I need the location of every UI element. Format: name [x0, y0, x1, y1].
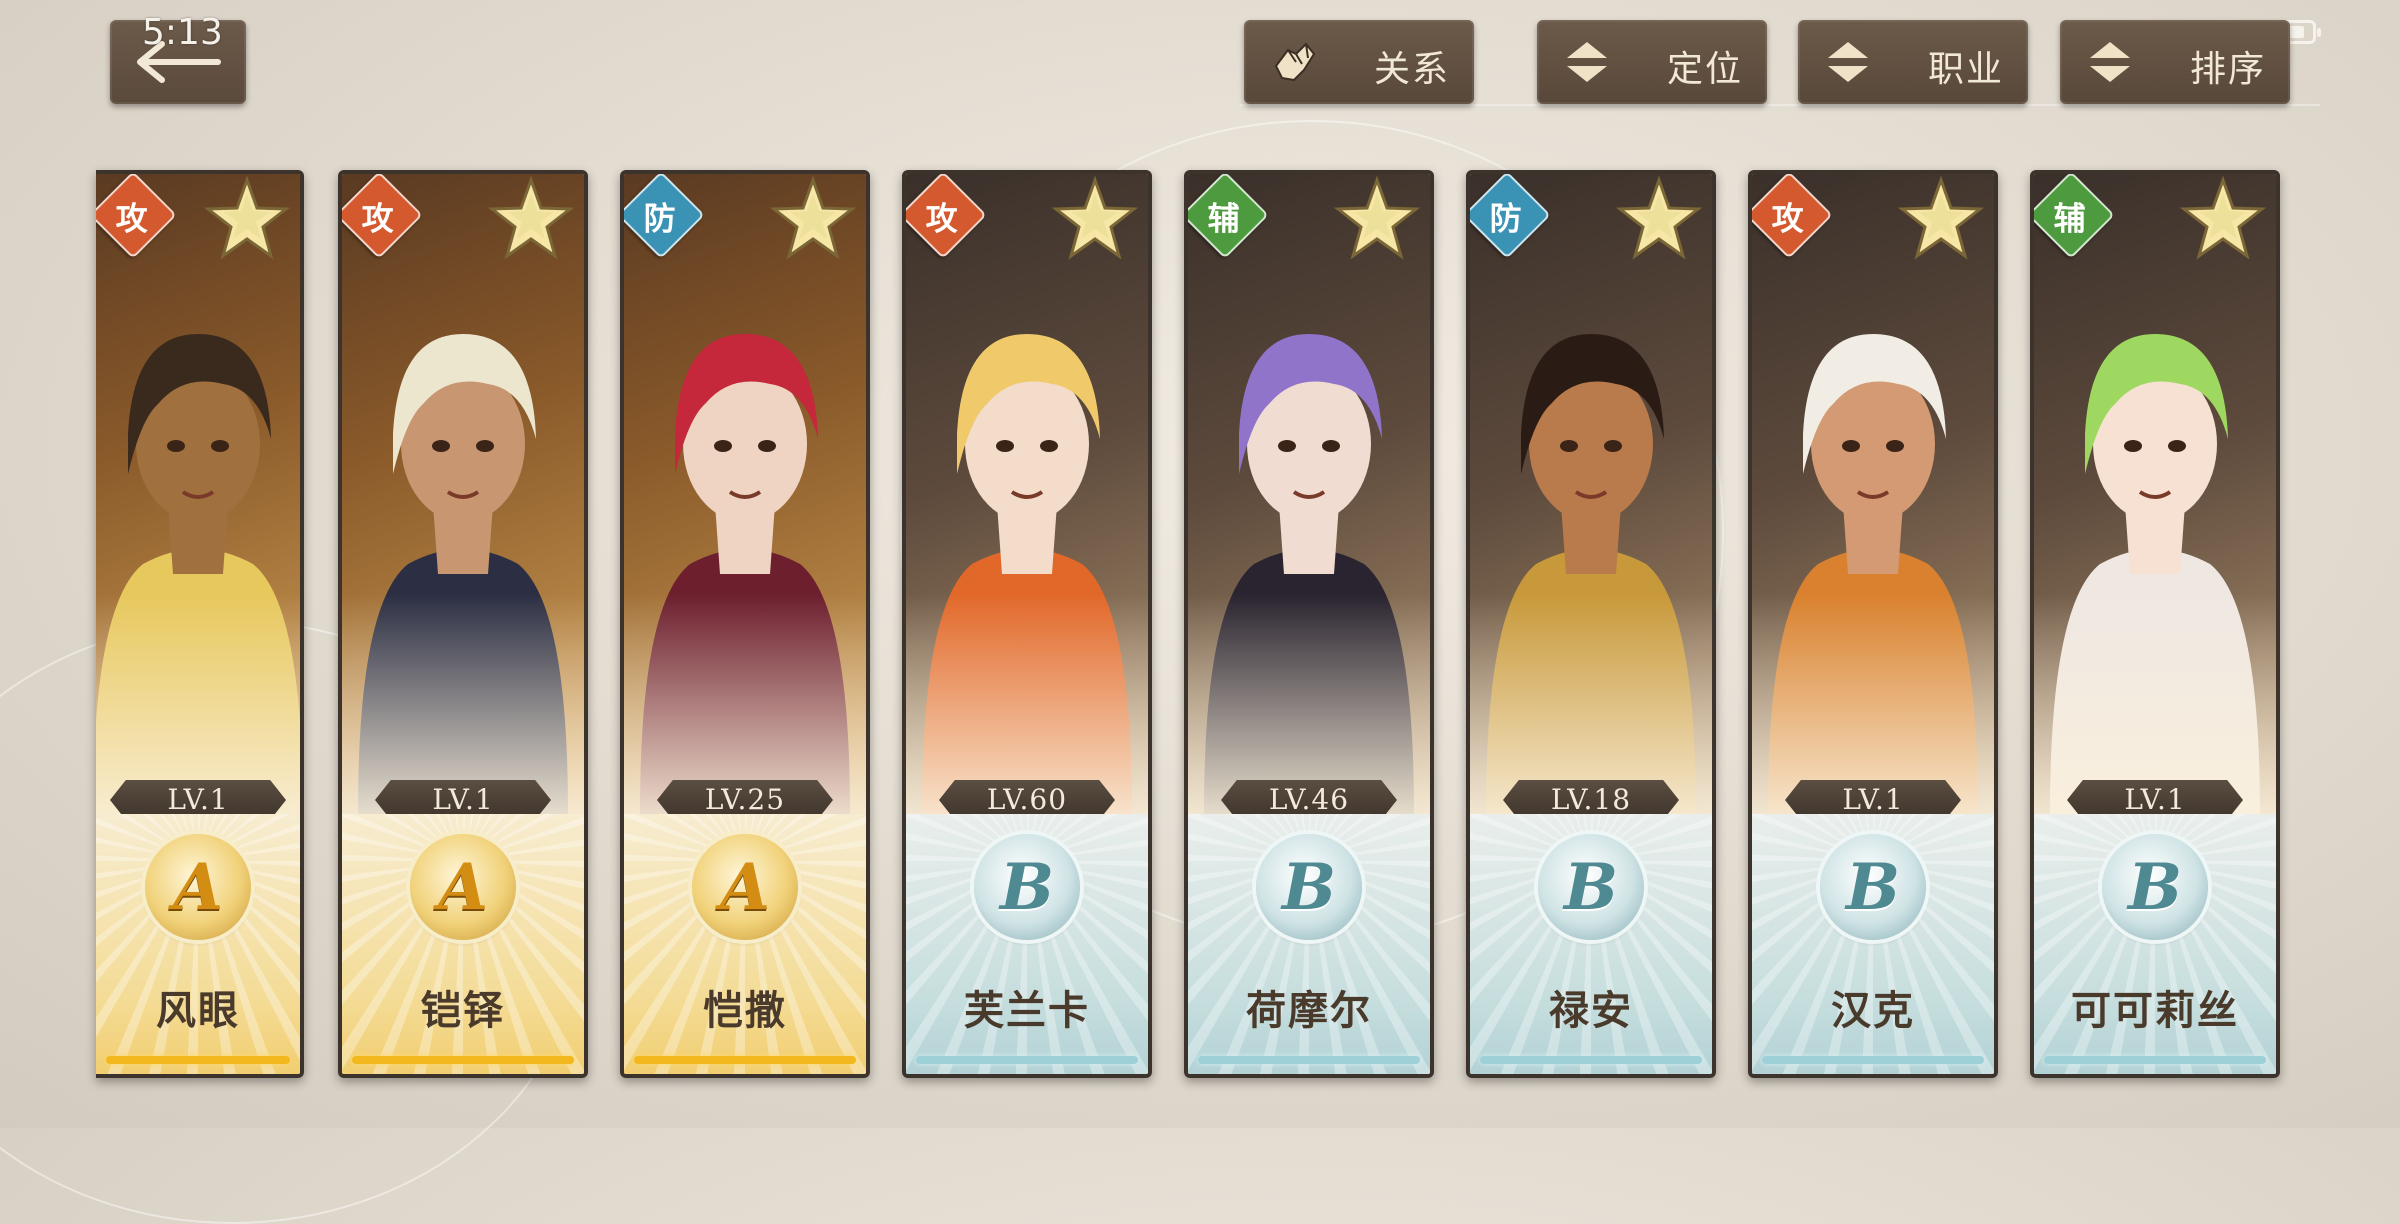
character-portrait — [1752, 174, 1994, 814]
card-bottom-bar — [634, 1056, 856, 1064]
rank-medal-icon: B — [1256, 834, 1362, 940]
card-bottom-bar — [1198, 1056, 1420, 1064]
rank-letter: B — [1281, 850, 1337, 925]
character-name: 汉克 — [1831, 987, 1915, 1034]
character-name: 可可莉丝 — [2071, 987, 2239, 1034]
rank-letter: B — [999, 850, 1055, 925]
rank-letter: A — [173, 850, 223, 925]
character-card[interactable]: 防 LV.25 A 恺撒 — [620, 170, 870, 1078]
rank-medal-icon: B — [974, 834, 1080, 940]
role-label: 攻 — [115, 199, 148, 238]
star-icon — [770, 176, 856, 260]
character-card[interactable]: 辅 LV.46 B 荷摩尔 — [1184, 170, 1434, 1078]
sort-updown-icon — [1828, 42, 1868, 82]
character-name: 禄安 — [1549, 987, 1633, 1034]
character-portrait — [1470, 174, 1712, 814]
character-card[interactable]: 防 LV.18 B 禄安 — [1466, 170, 1716, 1078]
card-info-panel: A 恺撒 — [624, 814, 866, 1074]
role-label: 攻 — [925, 199, 958, 238]
character-portrait — [2034, 174, 2276, 814]
character-portrait — [906, 174, 1148, 814]
character-name: 芙兰卡 — [964, 987, 1090, 1034]
star-icon — [1052, 176, 1138, 260]
rank-medal-icon: B — [2102, 834, 2208, 940]
character-name: 风眼 — [156, 987, 240, 1034]
card-info-panel: B 荷摩尔 — [1188, 814, 1430, 1074]
sort-updown-icon — [2090, 42, 2130, 82]
character-name: 恺撒 — [703, 987, 787, 1034]
role-label: 辅 — [1207, 199, 1240, 238]
character-portrait — [624, 174, 866, 814]
rank-letter: A — [720, 850, 770, 925]
relationship-label: 关系 — [1373, 49, 1450, 90]
character-card[interactable]: 攻 LV.1 A 风眼 — [96, 170, 304, 1078]
star-icon — [1898, 176, 1984, 260]
character-card[interactable]: 攻 LV.60 B 芙兰卡 — [902, 170, 1152, 1078]
class-filter-button[interactable]: 职业 — [1798, 20, 2028, 104]
sort-updown-icon — [1567, 42, 1607, 82]
rank-letter: B — [1845, 850, 1901, 925]
role-label: 攻 — [361, 199, 394, 238]
card-info-panel: A 风眼 — [96, 814, 300, 1074]
role-label: 防 — [643, 199, 676, 238]
sort-label: 排序 — [2189, 49, 2266, 90]
character-card[interactable]: 攻 LV.1 A 铠铎 — [338, 170, 588, 1078]
card-info-panel: B 可可莉丝 — [2034, 814, 2276, 1074]
position-filter-label: 定位 — [1666, 49, 1743, 90]
star-icon — [488, 176, 574, 260]
character-card[interactable]: 辅 LV.1 B 可可莉丝 — [2030, 170, 2280, 1078]
card-bottom-bar — [106, 1056, 290, 1064]
card-bottom-bar — [916, 1056, 1138, 1064]
status-time: 5:13 — [142, 12, 223, 53]
rank-letter: B — [2127, 850, 2183, 925]
card-info-panel: B 芙兰卡 — [906, 814, 1148, 1074]
card-info-panel: A 铠铎 — [342, 814, 584, 1074]
card-info-panel: B 汉克 — [1752, 814, 1994, 1074]
relationship-hands-icon — [1274, 42, 1316, 82]
rank-letter: B — [1563, 850, 1619, 925]
class-filter-label: 职业 — [1927, 49, 2004, 90]
star-icon — [204, 176, 290, 260]
role-label: 攻 — [1771, 199, 1804, 238]
card-bottom-bar — [1762, 1056, 1984, 1064]
character-card[interactable]: 攻 LV.1 B 汉克 — [1748, 170, 1998, 1078]
character-portrait — [1188, 174, 1430, 814]
sort-button[interactable]: 排序 — [2060, 20, 2290, 104]
role-label: 防 — [1489, 199, 1522, 238]
rank-medal-icon: B — [1820, 834, 1926, 940]
card-info-panel: B 禄安 — [1470, 814, 1712, 1074]
rank-medal-icon: A — [145, 834, 251, 940]
rank-letter: A — [438, 850, 488, 925]
role-label: 辅 — [2053, 199, 2086, 238]
rank-medal-icon: A — [692, 834, 798, 940]
star-icon — [1616, 176, 1702, 260]
rank-medal-icon: A — [410, 834, 516, 940]
rank-medal-icon: B — [1538, 834, 1644, 940]
position-filter-button[interactable]: 定位 — [1537, 20, 1767, 104]
star-icon — [2180, 176, 2266, 260]
card-bottom-bar — [2044, 1056, 2266, 1064]
toolbar-divider — [1240, 104, 2320, 106]
character-portrait — [96, 174, 300, 814]
character-portrait — [342, 174, 584, 814]
card-bottom-bar — [352, 1056, 574, 1064]
card-bottom-bar — [1480, 1056, 1702, 1064]
relationship-button[interactable]: 关系 — [1244, 20, 1474, 104]
character-name: 荷摩尔 — [1246, 987, 1372, 1034]
star-icon — [1334, 176, 1420, 260]
character-name: 铠铎 — [421, 987, 505, 1034]
